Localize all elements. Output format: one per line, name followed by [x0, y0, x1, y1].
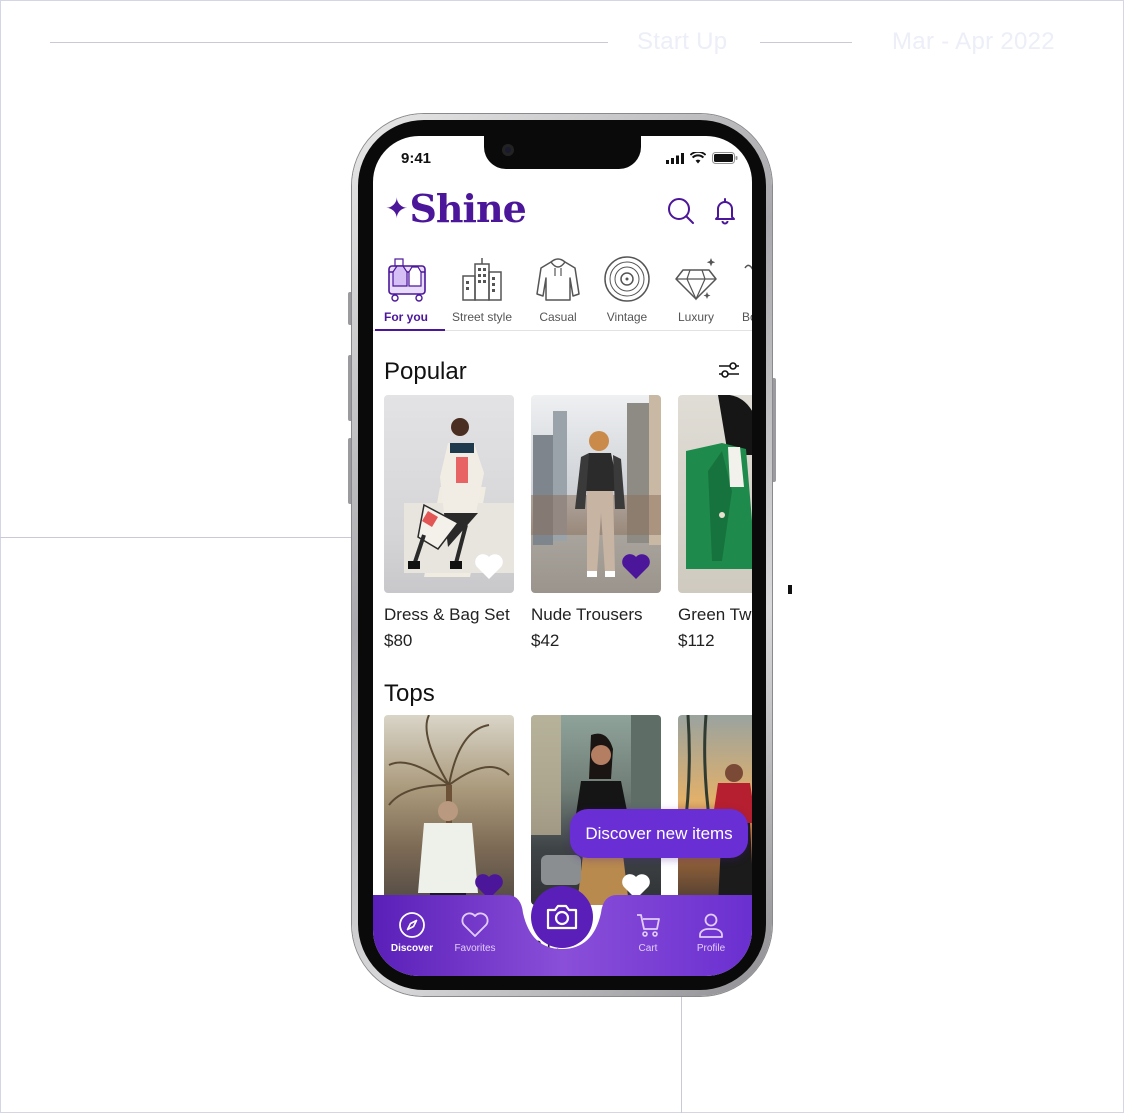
- product-image[interactable]: [678, 395, 752, 593]
- category-street-style[interactable]: Street style: [446, 254, 518, 324]
- city-buildings-icon: [462, 258, 502, 301]
- closet-icon: [388, 258, 426, 302]
- active-category-indicator: [375, 329, 445, 331]
- guide-line-bottom: [681, 996, 682, 1113]
- category-vintage[interactable]: Vintage: [591, 254, 663, 324]
- nav-label: Discover: [390, 943, 434, 954]
- cursor-marker: [788, 585, 792, 594]
- project-label: Start Up: [637, 28, 728, 55]
- vinyl-record-icon: [604, 256, 650, 302]
- category-casual[interactable]: Casual: [522, 254, 594, 324]
- nav-discover[interactable]: Discover: [382, 911, 442, 954]
- camera-button[interactable]: [531, 886, 593, 948]
- model-figure: [686, 395, 752, 569]
- heart-outline-icon: [461, 912, 489, 937]
- logo-wordmark: Shine: [409, 186, 526, 231]
- product-name: Dress & Bag Set: [384, 605, 510, 624]
- wifi-icon: [690, 152, 706, 164]
- category-label: Casual: [539, 310, 577, 324]
- product-image[interactable]: [531, 395, 661, 593]
- status-time: 9:41: [401, 150, 432, 167]
- nav-favorites[interactable]: Favorites: [445, 911, 505, 954]
- category-luxury[interactable]: Luxury: [660, 254, 732, 324]
- product-name: Green Tw: [678, 605, 752, 624]
- app-logo[interactable]: ✦ Shine: [385, 186, 527, 231]
- status-icons: [666, 152, 738, 164]
- signal-icon: [666, 152, 684, 164]
- nav-cart[interactable]: Cart: [618, 911, 678, 954]
- hoodie-icon: [536, 258, 580, 301]
- header-rule-mid: [760, 42, 852, 43]
- product-card[interactable]: Nude Trousers $42: [531, 395, 661, 651]
- battery-icon: [712, 152, 738, 164]
- date-range: Mar - Apr 2022: [892, 28, 1055, 55]
- category-label: Vintage: [606, 310, 648, 324]
- nav-label: Favorites: [454, 943, 496, 954]
- category-partial[interactable]: Bo: [723, 254, 752, 324]
- nav-label: Profile: [696, 943, 726, 954]
- category-label: For you: [384, 310, 428, 324]
- compass-icon: [399, 912, 425, 938]
- search-icon[interactable]: [666, 196, 696, 226]
- product-card[interactable]: Dress & Bag Set $80: [384, 395, 514, 651]
- logo-star: ✦: [385, 193, 409, 224]
- app-screen: 9:41 ✦ Shine For you Street style Casual…: [373, 136, 752, 976]
- category-label: Bo: [742, 310, 752, 324]
- bell-icon[interactable]: [710, 196, 740, 226]
- cart-icon: [637, 914, 660, 937]
- product-price: $112: [678, 631, 715, 650]
- category-label: Street style: [451, 310, 513, 324]
- filter-icon[interactable]: [717, 358, 741, 382]
- category-for-you[interactable]: For you: [373, 254, 442, 324]
- popular-title: Popular: [384, 358, 467, 385]
- diamond-icon: [675, 258, 717, 301]
- product-card[interactable]: [384, 715, 514, 905]
- user-icon: [699, 913, 723, 938]
- front-camera: [502, 144, 514, 156]
- category-icon-partial: [744, 264, 752, 270]
- notch: [484, 136, 641, 169]
- nav-label: Cart: [638, 943, 658, 954]
- category-label: Luxury: [677, 310, 715, 324]
- header-rule-left: [50, 42, 608, 43]
- product-price: $42: [531, 631, 560, 650]
- camera-icon: [546, 904, 578, 930]
- favorite-heart-icon[interactable]: [474, 552, 504, 580]
- guide-line-left: [0, 537, 352, 538]
- product-name: Nude Trousers: [531, 605, 643, 624]
- product-image[interactable]: [384, 715, 514, 905]
- category-bar: For you Street style Casual Vintage Luxu…: [373, 254, 752, 330]
- tops-title: Tops: [384, 680, 435, 707]
- product-card[interactable]: Green Tw $112: [678, 395, 752, 651]
- discover-new-items-button[interactable]: Discover new items: [570, 809, 748, 858]
- product-image[interactable]: [384, 395, 514, 593]
- nav-profile[interactable]: Profile: [681, 911, 741, 954]
- product-price: $80: [384, 631, 413, 650]
- favorite-heart-icon[interactable]: [621, 552, 651, 580]
